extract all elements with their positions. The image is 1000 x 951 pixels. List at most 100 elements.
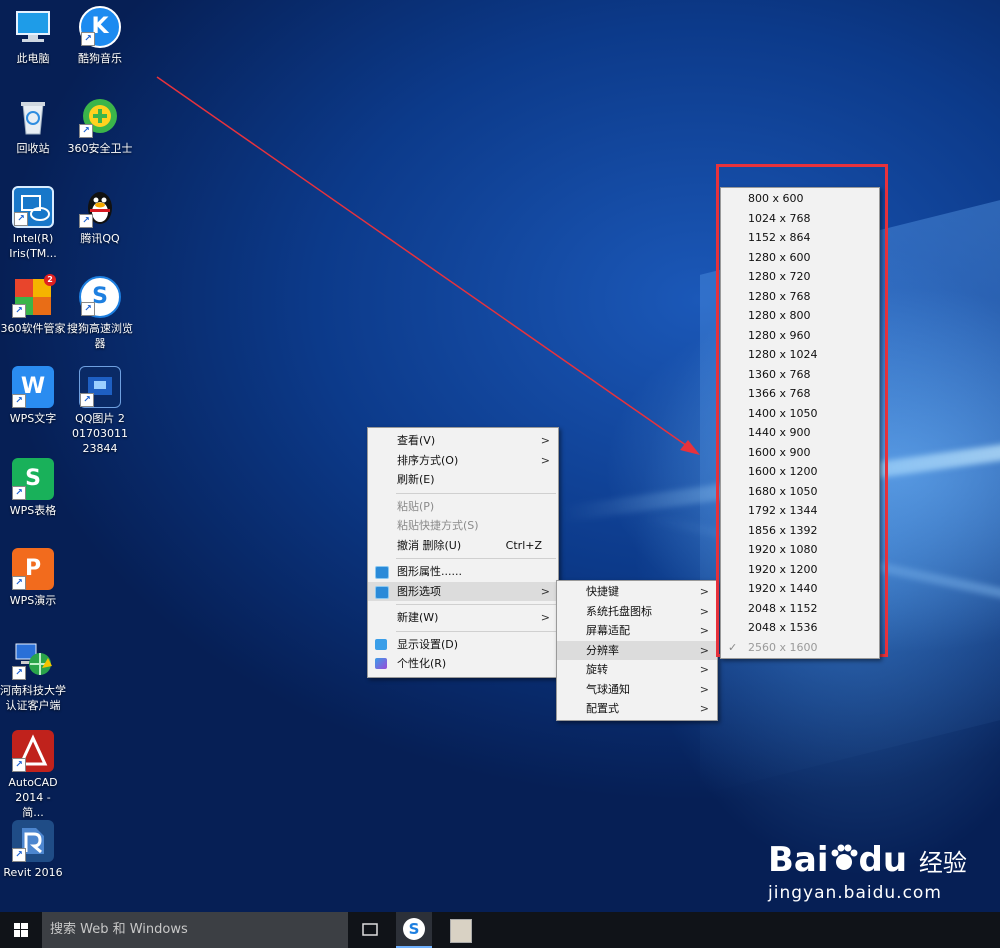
graphics-options-submenu: 快捷键 > 系统托盘图标 > 屏幕适配 > 分辨率 > 旋转 > 气球通知 > 配置式 >	[556, 580, 718, 721]
submenu-item-balloon-notify[interactable]: 气球通知 >	[557, 680, 717, 700]
menu-item-label: 粘贴(P)	[397, 499, 435, 513]
menu-separator	[396, 492, 556, 494]
menu-item-sort[interactable]: 排序方式(O) >	[368, 451, 558, 471]
chevron-right-icon: >	[699, 585, 709, 598]
desktop-context-menu: 查看(V) > 排序方式(O) > 刷新(E) 粘贴(P) 粘贴快捷方式(S) 撤消…	[367, 427, 559, 678]
chevron-right-icon: >	[699, 682, 709, 696]
resolution-item[interactable]: 800 x 600	[721, 189, 879, 209]
submenu-item-resolution[interactable]: 分辨率 >	[557, 640, 717, 660]
menu-item-undo-delete[interactable]: 撤消 删除(U) Ctrl+Z	[368, 536, 558, 556]
menu-item-paste: 粘贴(P)	[368, 497, 558, 517]
intel-graphics-icon	[375, 585, 389, 599]
chevron-right-icon: >	[540, 611, 550, 624]
taskbar-app-photo[interactable]	[442, 912, 478, 948]
resolution-item[interactable]: 1280 x 1024	[721, 345, 879, 365]
windows-logo-icon	[14, 923, 28, 937]
search-placeholder: 搜索 Web 和 Windows	[50, 922, 188, 937]
desktop[interactable]: 此电脑 K ↗ 酷狗音乐 回收站 ↗ 360安全卫士 ↗ Intel(R) Iri…	[0, 0, 1000, 912]
resolution-item-selected[interactable]: ✓ 2560 x 1600	[721, 638, 879, 658]
menu-item-new[interactable]: 新建(W) >	[368, 608, 558, 628]
watermark-url: jingyan.baidu.com	[768, 883, 942, 903]
chevron-right-icon: >	[540, 584, 550, 598]
photo-thumbnail-icon	[450, 919, 472, 943]
menu-item-label: 查看(V)	[397, 434, 436, 447]
menu-item-label: 个性化(R)	[397, 657, 447, 670]
resolution-item[interactable]: 2048 x 1536	[721, 618, 879, 638]
chevron-right-icon: >	[540, 453, 550, 467]
baidu-jingyan-watermark: Bai du 经验 jingyan.baidu.com	[768, 840, 988, 910]
submenu-item-profiles[interactable]: 配置式 >	[557, 699, 717, 719]
resolution-item[interactable]: 1280 x 600	[721, 248, 879, 268]
resolution-item[interactable]: 1280 x 720	[721, 267, 879, 287]
watermark-cn: 经验	[918, 849, 967, 877]
submenu-item-screen-fit[interactable]: 屏幕适配 >	[557, 621, 717, 641]
submenu-item-rotation[interactable]: 旋转 >	[557, 660, 717, 680]
menu-item-personalize[interactable]: 个性化(R)	[368, 654, 558, 674]
menu-item-label: 刷新(E)	[397, 473, 435, 486]
menu-item-view[interactable]: 查看(V) >	[368, 431, 558, 451]
menu-item-label: 图形选项	[397, 584, 441, 598]
menu-item-label: 图形属性......	[397, 565, 462, 578]
menu-item-label: 气球通知	[586, 682, 630, 696]
watermark-brand: Bai	[768, 840, 829, 880]
menu-item-label: 排序方式(O)	[397, 453, 459, 467]
menu-item-label: 快捷键	[586, 585, 619, 598]
resolution-item[interactable]: 1024 x 768	[721, 209, 879, 229]
resolution-item[interactable]: 1792 x 1344	[721, 501, 879, 521]
menu-item-label: 撤消 删除(U)	[397, 538, 462, 552]
paw-icon	[829, 842, 859, 872]
menu-item-label: 分辨率	[586, 643, 619, 657]
resolution-item[interactable]: 1440 x 900	[721, 423, 879, 443]
keyboard-shortcut: Ctrl+Z	[505, 538, 542, 552]
chevron-right-icon: >	[540, 434, 550, 447]
resolution-submenu: 800 x 600 1024 x 768 1152 x 864 1280 x 6…	[720, 187, 880, 659]
menu-separator	[396, 630, 556, 632]
menu-item-label: 显示设置(D)	[397, 637, 459, 651]
resolution-item[interactable]: 1400 x 1050	[721, 404, 879, 424]
chevron-right-icon: >	[699, 643, 709, 657]
resolution-item[interactable]: 1280 x 960	[721, 326, 879, 346]
resolution-item[interactable]: 1856 x 1392	[721, 521, 879, 541]
resolution-item[interactable]: 1920 x 1200	[721, 560, 879, 580]
menu-separator	[396, 604, 556, 605]
task-view-icon	[362, 923, 378, 936]
task-view-button[interactable]	[356, 912, 384, 948]
menu-item-label: 新建(W)	[397, 611, 439, 624]
resolution-item[interactable]: 1152 x 864	[721, 228, 879, 248]
resolution-item[interactable]: 1600 x 1200	[721, 462, 879, 482]
taskbar-search-box[interactable]: 搜索 Web 和 Windows	[42, 912, 348, 948]
resolution-item[interactable]: 1680 x 1050	[721, 482, 879, 502]
chevron-right-icon: >	[699, 702, 709, 715]
display-icon	[375, 638, 387, 650]
menu-item-label: 旋转	[586, 663, 608, 676]
submenu-item-hotkeys[interactable]: 快捷键 >	[557, 582, 717, 602]
intel-graphics-icon	[375, 566, 389, 579]
resolution-item[interactable]: 1366 x 768	[721, 384, 879, 404]
personalize-icon	[375, 658, 387, 669]
chevron-right-icon: >	[699, 604, 709, 618]
menu-item-label: 屏幕适配	[586, 624, 630, 637]
resolution-item[interactable]: 1280 x 800	[721, 306, 879, 326]
menu-item-graphics-options[interactable]: 图形选项 >	[368, 581, 558, 601]
resolution-item[interactable]: 1360 x 768	[721, 365, 879, 385]
submenu-item-tray-icon[interactable]: 系统托盘图标 >	[557, 602, 717, 622]
watermark-brand-2: du	[858, 840, 908, 880]
menu-item-label: 配置式	[586, 702, 619, 715]
menu-item-label: 粘贴快捷方式(S)	[397, 519, 479, 532]
menu-item-label: 系统托盘图标	[586, 604, 652, 618]
chevron-right-icon: >	[699, 624, 709, 637]
resolution-item[interactable]: 1280 x 768	[721, 287, 879, 307]
menu-item-display-settings[interactable]: 显示设置(D)	[368, 635, 558, 655]
menu-item-paste-shortcut: 粘贴快捷方式(S)	[368, 516, 558, 536]
menu-separator	[396, 558, 556, 559]
menu-item-graphics-properties[interactable]: 图形属性......	[368, 562, 558, 582]
resolution-item[interactable]: 1920 x 1080	[721, 540, 879, 560]
resolution-item[interactable]: 2048 x 1152	[721, 599, 879, 619]
resolution-item[interactable]: 1600 x 900	[721, 443, 879, 463]
start-button[interactable]	[0, 912, 42, 948]
menu-item-refresh[interactable]: 刷新(E)	[368, 470, 558, 490]
taskbar-app-sogou-browser[interactable]: S	[396, 912, 432, 948]
checkmark-icon: ✓	[728, 640, 738, 654]
chevron-right-icon: >	[699, 663, 709, 676]
resolution-item[interactable]: 1920 x 1440	[721, 579, 879, 599]
